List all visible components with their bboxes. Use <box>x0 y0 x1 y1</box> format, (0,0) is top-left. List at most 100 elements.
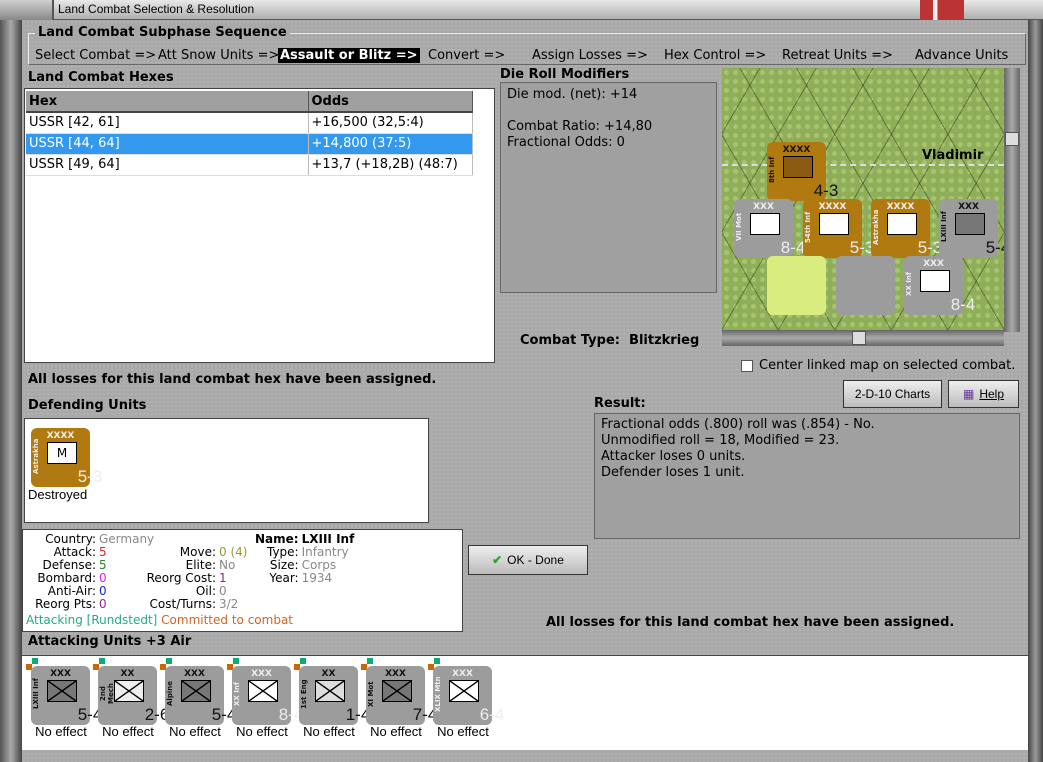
attacker-counter[interactable]: XX 2nd Mech Div 2-6 <box>98 666 169 725</box>
status-dot <box>233 658 239 664</box>
attacker-counter[interactable]: XXX LXIII Inf 5-4 <box>31 666 102 725</box>
combat-type-label: Combat Type: <box>520 333 620 348</box>
charts-button[interactable]: 2-D-10 Charts <box>843 380 942 408</box>
table-row-selected[interactable]: USSR [44, 64] +14,800 (37:5) <box>26 133 473 155</box>
attacker-result: No effect <box>370 724 422 739</box>
infantry-symbol-icon <box>955 213 985 235</box>
step-hex-control: Hex Control => <box>664 48 767 63</box>
ok-done-button[interactable]: ✔ OK - Done <box>468 545 588 575</box>
attacker-counter[interactable]: XX 1st Eng 1-4 <box>299 666 370 725</box>
status-attacking: Attacking [Rundstedt] <box>26 613 158 627</box>
status-dot <box>99 658 105 664</box>
linked-map[interactable]: Vladimir XXXX 8th Inf 4-3 XXX VII Mot 8-4 XX… <box>722 68 1004 330</box>
attacker-counter[interactable]: XXX XX Inf 8-4 <box>232 666 303 725</box>
step-assault-blitz: Assault or Blitz => <box>278 48 420 63</box>
status-dot <box>434 658 440 664</box>
counter-name: XX Inf <box>905 272 913 296</box>
status-dot <box>32 658 38 664</box>
combat-type: Combat Type: Blitzkrieg <box>520 333 699 348</box>
unit-info-box: Country: Germany Attack: 5 Defense: 5 Bomba… <box>22 529 463 632</box>
center-map-option[interactable]: Center linked map on selected combat. <box>741 358 1015 373</box>
counter-name: XI Mot <box>367 681 375 707</box>
map-counter[interactable]: XXX XX Inf 8-4 <box>904 256 975 315</box>
scroll-thumb[interactable] <box>852 331 866 345</box>
step-assign-losses: Assign Losses => <box>532 48 648 63</box>
status-dot <box>367 658 373 664</box>
counter-name: Alpine <box>166 681 174 707</box>
attacker-counter[interactable]: XXX XI Mot 7-4 <box>366 666 437 725</box>
center-map-checkbox[interactable] <box>741 359 753 372</box>
air-counter[interactable] <box>836 256 895 315</box>
counter-name: Astrakhan <box>32 438 40 474</box>
result-line: Fractional odds (.800) roll was (.854) -… <box>601 417 875 432</box>
defender-counter[interactable]: XXXX Astrakhan M 5-3 <box>31 428 102 487</box>
defending-units-box: XXXX Astrakhan M 5-3 Destroyed <box>24 418 429 523</box>
city-label: Vladimir <box>922 148 984 163</box>
counter-strength: 5-3 <box>77 467 103 486</box>
die-roll-title: Die Roll Modifiers <box>500 67 630 82</box>
infantry-symbol-icon <box>181 680 211 702</box>
map-horizontal-scrollbar[interactable] <box>722 330 1004 346</box>
hex-cell: USSR [49, 64] <box>26 154 309 176</box>
step-select-combat: Select Combat => <box>35 48 157 63</box>
col-odds[interactable]: Odds <box>308 91 473 113</box>
counter-name: LXIII Inf <box>940 211 948 243</box>
help-button[interactable]: ▦ Help <box>948 380 1019 408</box>
infantry-symbol-icon <box>750 213 780 235</box>
map-counter[interactable]: XXXX 8th Inf 4-3 <box>767 142 838 201</box>
map-vertical-scrollbar[interactable] <box>1004 68 1020 332</box>
scroll-thumb[interactable] <box>1005 132 1019 146</box>
air-counter[interactable] <box>767 256 826 315</box>
col-hex[interactable]: Hex <box>26 91 309 113</box>
counter-strength: 6-4 <box>479 705 505 724</box>
book-icon: ▦ <box>962 387 975 401</box>
map-counter[interactable]: XXXX 54th Inf 5-3 <box>803 199 874 258</box>
step-retreat: Retreat Units => <box>782 48 893 63</box>
hexes-title: Land Combat Hexes <box>28 70 174 85</box>
hex-cell: USSR [44, 64] <box>26 133 309 155</box>
infantry-symbol-icon <box>315 680 345 702</box>
infantry-symbol-icon <box>47 680 77 702</box>
counter-name: VII Mot <box>735 212 743 242</box>
mech-symbol-icon <box>887 213 917 235</box>
result-line: Attacker loses 0 units. <box>601 449 746 464</box>
result-line: Defender loses 1 unit. <box>601 465 745 480</box>
map-counter[interactable]: XXX VII Mot 8-4 <box>734 199 805 258</box>
attacker-result: No effect <box>35 724 87 739</box>
infantry-symbol-icon <box>248 680 278 702</box>
infantry-symbol-icon <box>783 156 813 178</box>
ok-label: OK - Done <box>507 553 564 567</box>
attacker-counter[interactable]: XXX XLIX Mtn 6-4 <box>433 666 504 725</box>
odds-cell: +14,800 (37:5) <box>308 133 473 155</box>
odds-cell: +13,7 (+18,2B) (48:7) <box>308 154 473 176</box>
counter-name: 1st Eng <box>300 679 308 709</box>
odds-cell: +16,500 (32,5:4) <box>308 112 473 134</box>
title-bar: Land Combat Selection & Resolution <box>0 0 1043 20</box>
hexes-table-box: Hex Odds USSR [42, 61] +16,500 (32,5:4) US… <box>24 88 495 363</box>
attacker-counter[interactable]: XXX Alpine 5-4 <box>165 666 236 725</box>
losses-message: All losses for this land combat hex have… <box>28 372 437 387</box>
infantry-symbol-icon <box>382 680 412 702</box>
cost-turns-value: 3/2 <box>219 597 239 611</box>
table-row[interactable]: USSR [49, 64] +13,7 (+18,2B) (48:7) <box>26 154 473 176</box>
status-dot <box>300 658 306 664</box>
counter-strength: 5-4 <box>985 238 1004 257</box>
counter-name: 54th Inf <box>804 211 812 243</box>
right-frame <box>1028 20 1043 762</box>
step-convert: Convert => <box>428 48 506 63</box>
center-map-label: Center linked map on selected combat. <box>759 358 1016 373</box>
die-mod-net: Die mod. (net): +14 <box>507 87 638 102</box>
table-row[interactable]: USSR [42, 61] +16,500 (32,5:4) <box>26 112 473 134</box>
attacker-result: No effect <box>236 724 288 739</box>
step-att-snow: Att Snow Units => <box>158 48 280 63</box>
attacking-units-box: XXX LXIII Inf 5-4 No effect XX 2nd Mech … <box>22 655 1028 750</box>
defending-title: Defending Units <box>28 398 147 413</box>
map-counter-target[interactable]: XXXX Astrakhan 5-3 <box>871 199 942 258</box>
map-counter[interactable]: XXXLXIII Inf5-4 <box>939 199 1004 258</box>
result-title: Result: <box>594 396 646 411</box>
result-box: Fractional odds (.800) roll was (.854) -… <box>594 413 1020 539</box>
year-value: 1934 <box>301 571 333 585</box>
hex-cell: USSR [42, 61] <box>26 112 309 134</box>
infantry-symbol-icon <box>819 213 849 235</box>
system-menu-button[interactable] <box>0 0 54 20</box>
